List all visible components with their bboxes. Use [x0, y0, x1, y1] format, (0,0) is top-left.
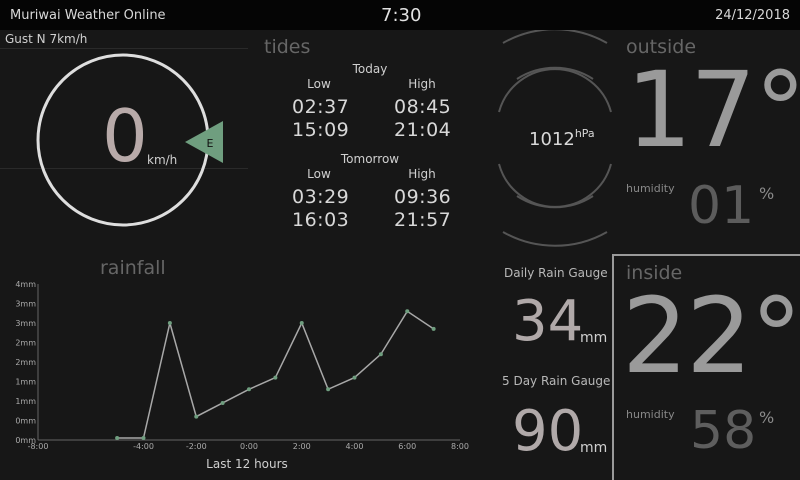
y-tick-label: 0mm — [15, 417, 36, 426]
rainfall-series-line — [117, 310, 435, 439]
y-tick-label: 1mm — [15, 397, 36, 406]
rainfall-data-point — [326, 387, 331, 392]
rainfall-data-point — [167, 321, 172, 325]
tide-time-low: 16:03 — [292, 209, 350, 231]
rainfall-chart-plot: 0mm0mm1mm1mm2mm2mm3mm3mm4mm -8:00 -4:00 -2… — [15, 280, 469, 471]
tide-time-high: 21:57 — [394, 209, 452, 231]
inside-temperature: 22° — [622, 275, 800, 397]
y-tick-label: 1mm — [15, 378, 36, 387]
daily-rain-value: 34 — [512, 289, 584, 354]
clock: 7:30 — [381, 5, 422, 26]
date: 24/12/2018 — [715, 8, 790, 23]
rainfall-data-point — [299, 321, 304, 325]
y-tick-label: 2mm — [15, 339, 36, 348]
y-tick-label: 4mm — [15, 280, 36, 289]
y-tick-label: 3mm — [15, 319, 36, 328]
app-title: Muriwai Weather Online — [10, 8, 166, 23]
top-bar: Muriwai Weather Online 7:30 24/12/2018 — [0, 0, 800, 30]
outside-humidity-label: humidity — [626, 182, 675, 195]
rainfall-data-point — [194, 414, 199, 419]
tide-time-high: 08:45 — [394, 96, 452, 118]
wind-direction-icon — [185, 121, 223, 163]
tides-title: tides — [264, 36, 311, 58]
x-tick-label: -2:00 — [186, 442, 207, 451]
daily-rain-label: Daily Rain Gauge — [504, 266, 608, 280]
pressure-value: 1012hPa — [529, 127, 595, 150]
rainfall-data-point — [115, 436, 120, 441]
pressure-number: 1012 — [529, 129, 575, 150]
wind-speed-value: 0 — [102, 94, 148, 178]
five-day-rain-label: 5 Day Rain Gauge — [502, 374, 611, 388]
x-tick-label: -4:00 — [133, 442, 154, 451]
tide-time-low: 15:09 — [292, 119, 350, 141]
rainfall-data-point — [141, 436, 146, 441]
wind-direction-label: E — [207, 137, 214, 150]
rainfall-data-point — [247, 387, 251, 392]
outside-humidity-value: 01 — [688, 176, 755, 236]
tides-tomorrow-label: Tomorrow — [340, 152, 400, 166]
x-axis-label: Last 12 hours — [206, 457, 288, 471]
rainfall-data-point — [352, 375, 357, 380]
tides-today-high-label: High — [408, 77, 436, 91]
x-tick-label: -8:00 — [28, 442, 49, 451]
five-day-rain-unit: mm — [580, 440, 608, 456]
wind-speed-unit: km/h — [147, 153, 178, 167]
tide-time-high: 09:36 — [394, 186, 452, 208]
tide-time-low: 02:37 — [292, 96, 350, 118]
outside-humidity-unit: % — [759, 184, 775, 203]
pressure-unit: hPa — [574, 127, 595, 140]
tide-time-low: 03:29 — [292, 186, 350, 208]
y-tick-label: 2mm — [15, 358, 36, 367]
inside-humidity-unit: % — [759, 408, 775, 427]
inside-humidity-value: 58 — [690, 401, 757, 461]
rainfall-data-point — [273, 375, 278, 380]
tides-today-low-label: Low — [307, 77, 331, 91]
rainfall-data-point — [220, 400, 225, 405]
x-tick-label: 8:00 — [451, 442, 469, 451]
inside-humidity-label: humidity — [626, 408, 675, 421]
rainfall-data-point — [378, 352, 383, 357]
tides-tomorrow-high-label: High — [408, 167, 436, 181]
y-tick-label: 3mm — [15, 300, 36, 309]
tides-today-label: Today — [352, 62, 388, 76]
tide-time-high: 21:04 — [394, 119, 452, 141]
outside-temperature: 17° — [626, 49, 800, 171]
x-tick-label: 6:00 — [398, 442, 416, 451]
x-tick-label: 0:00 — [240, 442, 258, 451]
tides-tomorrow-low-label: Low — [307, 167, 331, 181]
x-tick-label: 4:00 — [346, 442, 364, 451]
five-day-rain-value: 90 — [512, 399, 584, 464]
rainfall-data-point — [405, 309, 410, 314]
daily-rain-unit: mm — [580, 330, 608, 346]
rainfall-data-point — [431, 326, 436, 331]
x-tick-label: 2:00 — [293, 442, 311, 451]
